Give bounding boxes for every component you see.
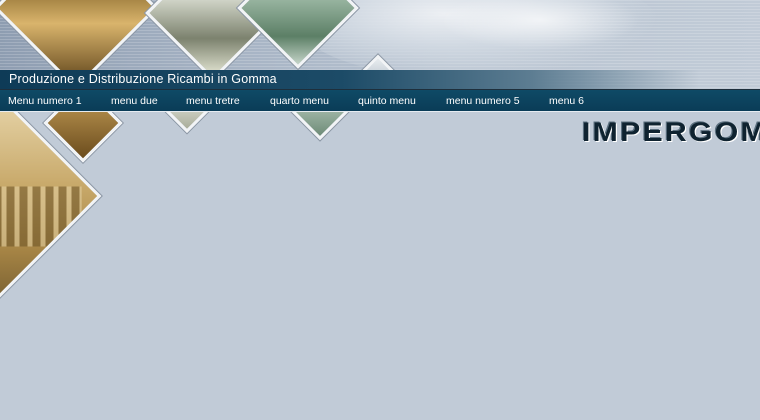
factory-building-image [0,186,82,247]
nav-item-menu-tretre[interactable]: menu tretre [186,90,240,112]
impergom-logo: IMPERGOM [582,117,760,147]
nav-item-menu-numero-5[interactable]: menu numero 5 [446,90,520,112]
nav-item-quarto-menu[interactable]: quarto menu [270,90,329,112]
nav-item-menu-due[interactable]: menu due [111,90,158,112]
site-tagline: Produzione e Distribuzione Ricambi in Go… [9,72,277,86]
nav-item-menu-6[interactable]: menu 6 [549,90,584,112]
nav-item-quinto-menu[interactable]: quinto menu [358,90,416,112]
main-nav: Menu numero 1 menu due menu tretre quart… [0,89,760,112]
nav-item-menu-numero-1[interactable]: Menu numero 1 [8,90,82,112]
